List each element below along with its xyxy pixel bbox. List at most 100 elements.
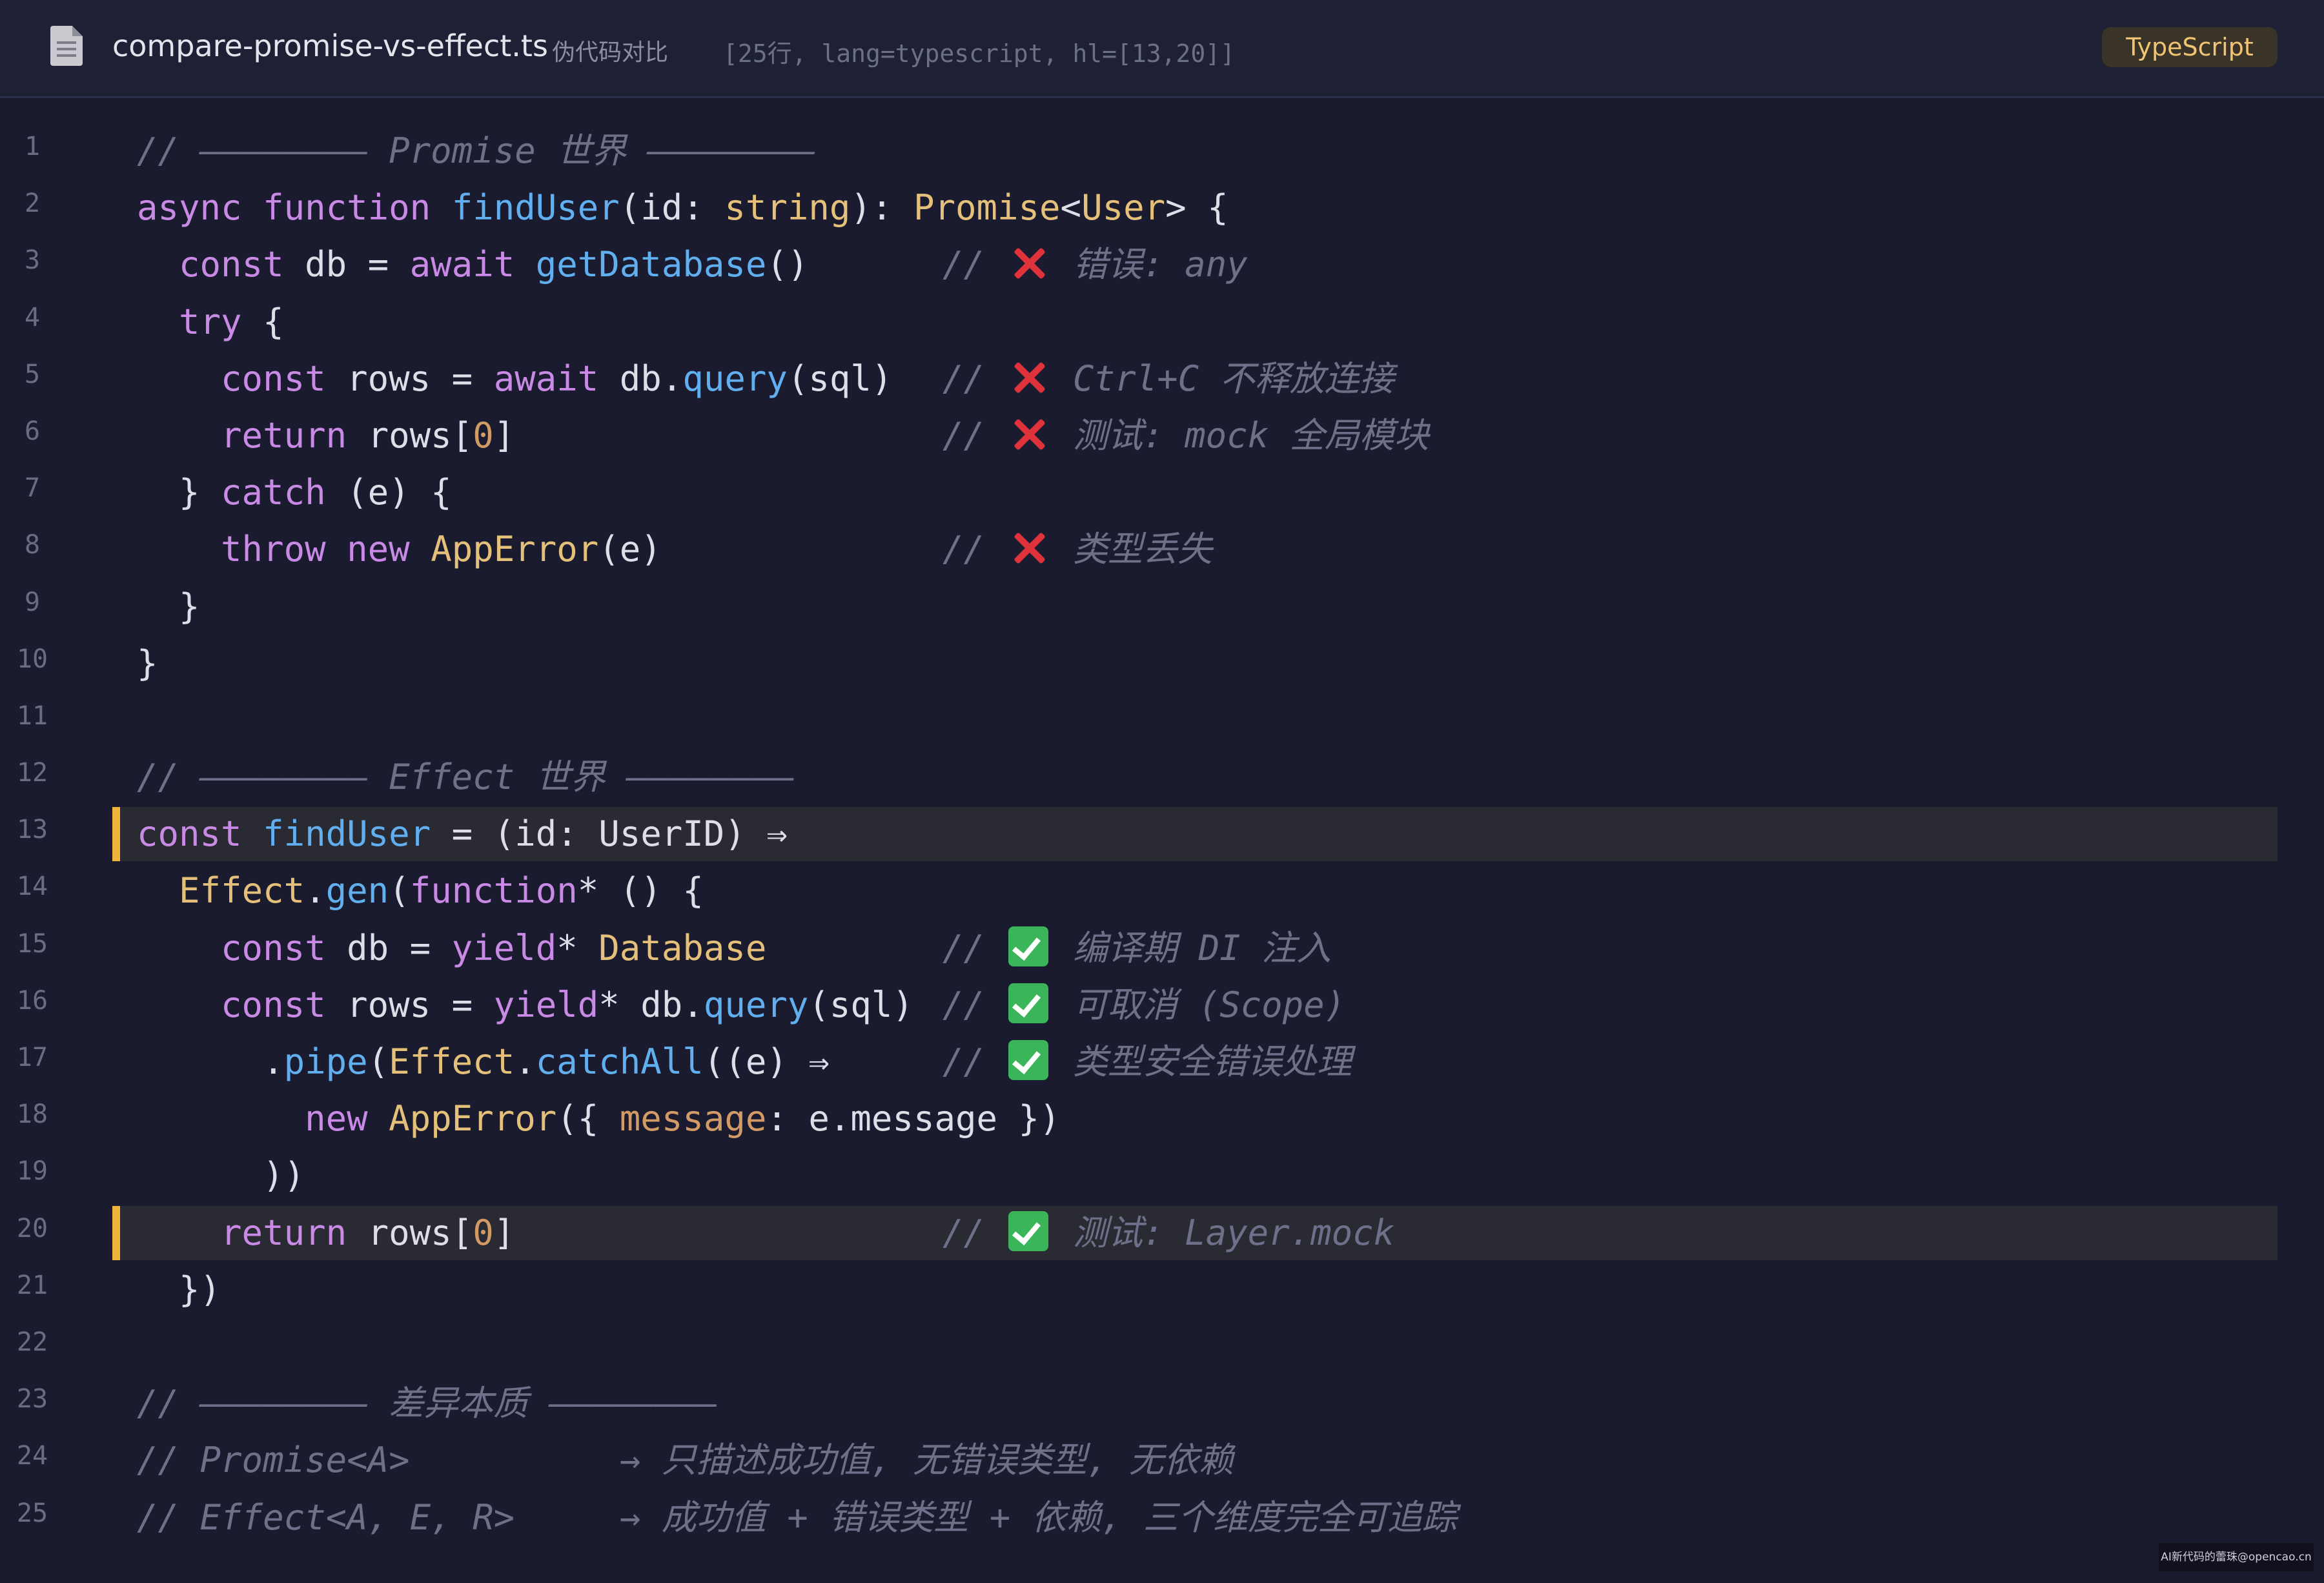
code-token: return [221,1212,347,1253]
inline-comment: // 类型安全错误处理 [943,1039,1352,1085]
code-editor[interactable]: 1 // ———————— Promise 世界 ———————— 2 async f… [0,123,2324,1546]
code-token: function [263,187,431,229]
code-line[interactable]: 11 [0,692,2324,749]
code-token: return [221,414,347,456]
code-text: const rows = yield* db.query(sql) [137,982,913,1028]
code-token: } [137,586,200,627]
code-token: { [241,301,284,342]
line-number: 21 [16,1270,48,1300]
code-line[interactable]: 18 new AppError({ message: e.message }) [0,1090,2324,1147]
code-line[interactable]: 4 try { [0,294,2324,351]
highlight-marker [112,1205,120,1260]
code-line[interactable]: 5 const rows = await db.query(sql) // Ctr… [0,351,2324,407]
code-token: new [305,1098,368,1139]
code-token: } [137,642,158,684]
code-token: message [619,1098,767,1139]
code-line[interactable]: 23 // ———————— 差异本质 ———————— [0,1375,2324,1432]
code-line[interactable]: 13 const findUser = (id: UserID) ⇒ [0,806,2324,863]
code-token: yield [451,927,557,968]
code-token: // ———————— 差异本质 ———————— [137,1383,717,1424]
code-text: } catch (e) { [137,469,452,516]
code-token: ((e) ⇒ [703,1041,830,1082]
code-text: return rows[0] [137,413,515,459]
comment-text: 可取消 (Scope) [1052,984,1346,1025]
code-text: const db = yield* Database [137,925,766,972]
code-token: rows = [325,358,494,399]
code-token: db = [283,244,410,285]
code-line[interactable]: 9 } [0,578,2324,635]
code-text: } [137,584,200,630]
code-line[interactable]: 2 async function findUser(id: string): Pr… [0,179,2324,236]
code-line[interactable]: 3 const db = await getDatabase() // 错误: a… [0,236,2324,293]
comment-text: 测试: mock 全局模块 [1052,414,1429,456]
code-line[interactable]: 14 Effect.gen(function* () { [0,863,2324,919]
code-line[interactable]: 15 const db = yield* Database // 编译期 DI 注… [0,920,2324,977]
comment-slashes: // [943,927,1006,968]
code-token: )) [137,1155,305,1196]
inline-comment: // 编译期 DI 注入 [943,925,1331,972]
comment-text: 错误: any [1052,244,1248,285]
code-line[interactable]: 19 )) [0,1147,2324,1204]
code-line[interactable]: 10} [0,635,2324,692]
code-token: > { [1165,187,1228,229]
line-number: 14 [16,872,48,902]
code-line[interactable]: 1 // ———————— Promise 世界 ———————— [0,123,2324,179]
code-line[interactable]: 16 const rows = yield* db.query(sql) // 可… [0,977,2324,1034]
line-number: 19 [16,1156,48,1187]
code-token: catchAll [535,1041,704,1082]
code-line[interactable]: 22 [0,1318,2324,1375]
code-token: (sql) [787,358,893,399]
code-token: * () { [577,870,704,912]
code-token: * [556,927,599,968]
code-token: const [221,358,326,399]
code-line[interactable]: 12 // ———————— Effect 世界 ———————— [0,749,2324,806]
code-line[interactable]: 25 // Effect<A, E, R> → 成功值 + 错误类型 + 依赖, … [0,1489,2324,1546]
code-token: } [137,472,221,513]
code-text: // ———————— 差异本质 ———————— [137,1380,717,1427]
comment-slashes: // [943,1041,1006,1082]
code-line[interactable]: 20 return rows[0] // 测试: Layer.mock [0,1205,2324,1261]
code-text: Effect.gen(function* () { [137,868,704,914]
code-line[interactable]: 8 throw new AppError(e) // 类型丢失 [0,521,2324,578]
language-badge[interactable]: TypeScript [2102,27,2278,67]
code-line[interactable]: 7 } catch (e) { [0,464,2324,521]
code-token: ({ [556,1098,620,1139]
inline-comment: // 错误: any [943,241,1248,288]
code-text: }) [137,1267,221,1313]
code-text: // Promise<A> → 只描述成功值, 无错误类型, 无依赖 [137,1437,1234,1484]
comment-text: 编译期 DI 注入 [1052,927,1332,968]
code-text: const rows = await db.query(sql) [137,356,892,402]
check-mark-icon [1008,926,1048,966]
code-line[interactable]: 6 return rows[0] // 测试: mock 全局模块 [0,407,2324,464]
file-name[interactable]: compare-promise-vs-effect.ts [112,28,548,63]
code-token: async [137,187,242,229]
code-line[interactable]: 17 .pipe(Effect.catchAll((e) ⇒// 类型安全错误处… [0,1034,2324,1090]
code-token: : e.message }) [766,1098,1061,1139]
code-line[interactable]: 21 }) [0,1261,2324,1318]
line-number: 10 [16,644,48,674]
code-token: Effect [179,870,305,912]
code-token: (e) { [325,472,452,513]
code-text: .pipe(Effect.catchAll((e) ⇒ [137,1039,830,1085]
code-token: const [179,244,284,285]
line-number: 13 [16,815,48,845]
line-number: 4 [24,302,41,332]
code-text: // Effect<A, E, R> → 成功值 + 错误类型 + 依赖, 三个… [137,1495,1457,1541]
code-token: getDatabase [535,244,767,285]
code-line[interactable]: 24 // Promise<A> → 只描述成功值, 无错误类型, 无依赖 [0,1432,2324,1489]
code-token: () [766,244,809,285]
code-text: // ———————— Effect 世界 ———————— [137,754,794,801]
line-number: 16 [16,985,48,1016]
inline-comment: // Ctrl+C 不释放连接 [943,356,1394,402]
code-token: (e) [598,529,662,570]
